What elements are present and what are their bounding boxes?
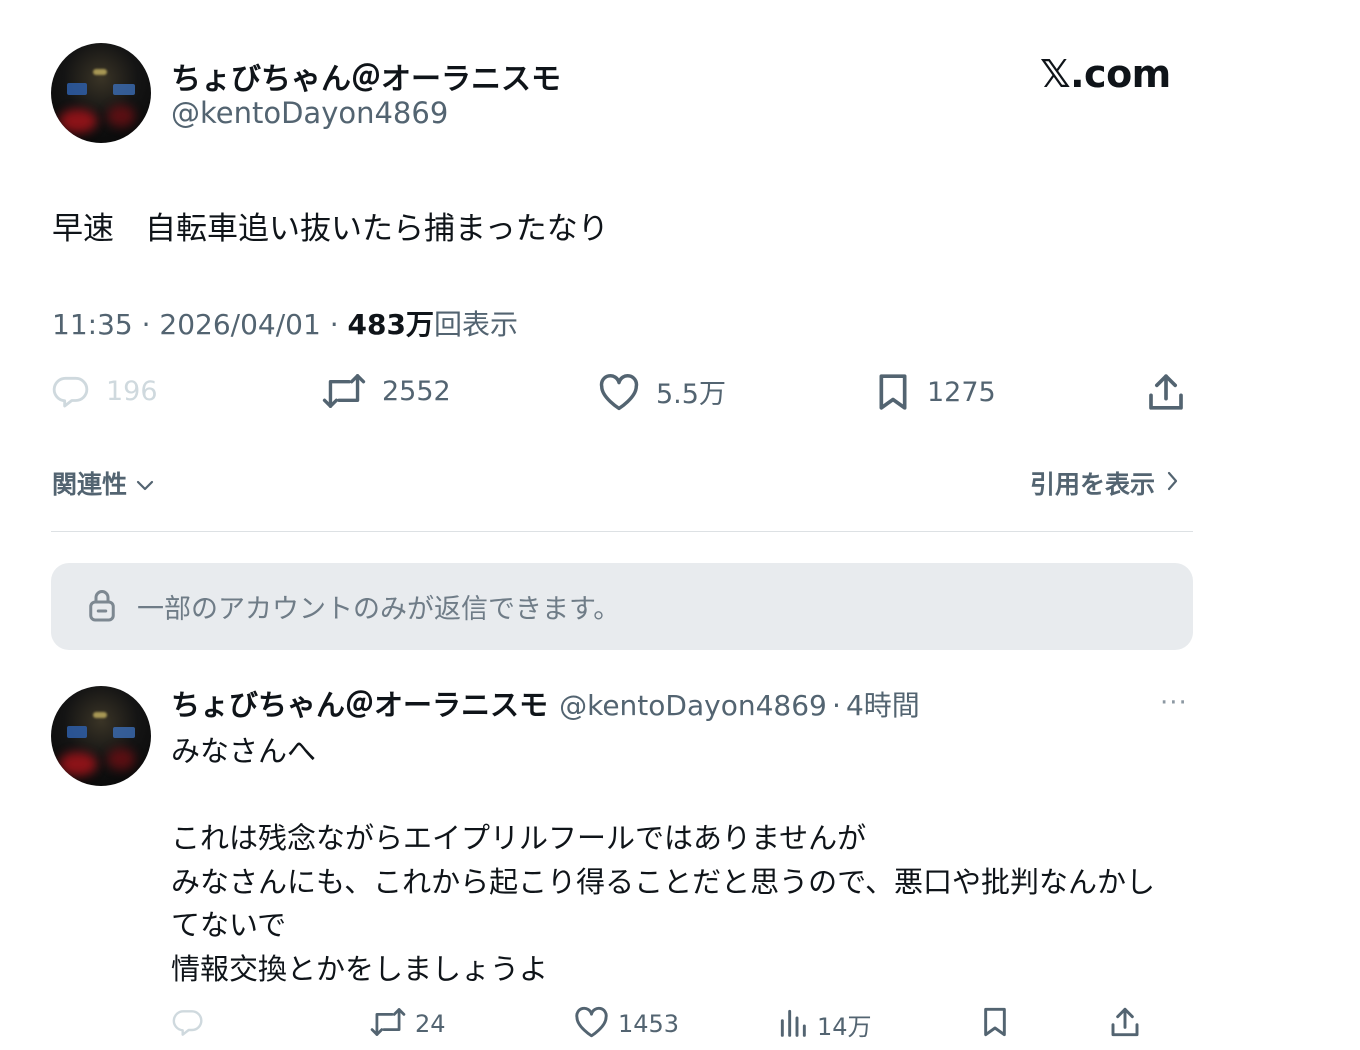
post-text: 早速 自転車追い抜いたら捕まったなり <box>52 211 609 247</box>
reply-restriction-banner: 一部のアカウントのみが返信できます。 <box>51 563 1193 650</box>
bookmark-button[interactable]: 1275 <box>875 372 996 412</box>
repost-icon <box>322 372 366 410</box>
meta-separator: · <box>329 308 339 341</box>
reply-restriction-text: 一部のアカウントのみが返信できます。 <box>137 594 621 625</box>
chevron-right-icon <box>1165 469 1179 498</box>
repost-icon <box>370 1006 406 1042</box>
heart-icon <box>598 373 640 411</box>
reply-text-line: てないで <box>171 908 287 942</box>
bookmark-icon <box>981 1006 1009 1042</box>
like-count: 5.5万 <box>656 379 726 410</box>
reply-separator: · <box>831 689 841 722</box>
view-quotes-link[interactable]: 引用を表示 <box>1030 465 1179 501</box>
meta-separator: · <box>141 308 151 341</box>
repost-button[interactable]: 2552 <box>322 372 451 410</box>
reply-share-button[interactable] <box>1110 1006 1140 1042</box>
post-meta: 11:35 · 2026/04/01 · 483万回表示 <box>52 303 518 343</box>
post-date[interactable]: 2026/04/01 <box>159 308 320 341</box>
author-avatar[interactable] <box>51 43 151 143</box>
reply-header: ちょびちゃん＠オーラニスモ @kentoDayon4869 · 4時間 <box>171 682 920 724</box>
reply-reply-button[interactable] <box>172 1006 204 1042</box>
views-label: 回表示 <box>433 308 518 341</box>
reply-icon <box>52 372 90 410</box>
reply-views-count: 14万 <box>817 1012 872 1041</box>
share-button[interactable] <box>1147 372 1185 412</box>
section-divider <box>51 531 1193 532</box>
reply-button[interactable]: 196 <box>52 372 158 410</box>
reply-time[interactable]: 4時間 <box>846 689 920 722</box>
like-button[interactable]: 5.5万 <box>598 372 726 411</box>
views-count: 483万 <box>347 308 434 341</box>
reply-text-line: 情報交換とかをしましょうよ <box>171 952 549 986</box>
heart-icon <box>574 1006 609 1042</box>
bar-chart-icon <box>778 1006 808 1042</box>
reply-views-button[interactable]: 14万 <box>778 1006 872 1042</box>
author-handle[interactable]: @kentoDayon4869 <box>171 96 448 130</box>
share-icon <box>1147 372 1185 412</box>
chevron-down-icon <box>135 469 155 498</box>
repost-count: 2552 <box>382 375 451 407</box>
reply-like-count: 1453 <box>618 1010 680 1038</box>
reply-like-button[interactable]: 1453 <box>574 1006 679 1042</box>
lock-icon <box>87 587 117 627</box>
x-logo: 𝕏.com <box>1040 52 1171 96</box>
reply-icon <box>172 1006 204 1042</box>
reply-display-name[interactable]: ちょびちゃん＠オーラニスモ <box>171 688 548 722</box>
more-options-icon[interactable]: ··· <box>1160 688 1188 718</box>
reply-text-line: みなさんへ <box>171 734 317 768</box>
reply-text-line: これは残念ながらエイプリルフールではありませんが <box>171 821 867 855</box>
reply-author-avatar[interactable] <box>51 686 151 786</box>
reply-bookmark-button[interactable] <box>981 1006 1009 1042</box>
view-quotes-label: 引用を表示 <box>1030 470 1156 499</box>
post-time[interactable]: 11:35 <box>52 308 133 341</box>
reply-repost-button[interactable]: 24 <box>370 1006 446 1042</box>
reply-repost-count: 24 <box>415 1010 446 1038</box>
bookmark-count: 1275 <box>927 376 996 408</box>
reply-text-line: みなさんにも、これから起こり得ることだと思うので、悪口や批判なんかし <box>171 865 1155 899</box>
author-display-name[interactable]: ちょびちゃん＠オーラニスモ <box>171 54 561 98</box>
reply-count: 196 <box>106 375 158 407</box>
relevance-sort-button[interactable]: 関連性 <box>52 465 155 501</box>
bookmark-icon <box>875 372 911 412</box>
reply-handle[interactable]: @kentoDayon4869 <box>559 689 827 722</box>
share-icon <box>1110 1006 1140 1042</box>
relevance-label: 関連性 <box>52 470 128 499</box>
